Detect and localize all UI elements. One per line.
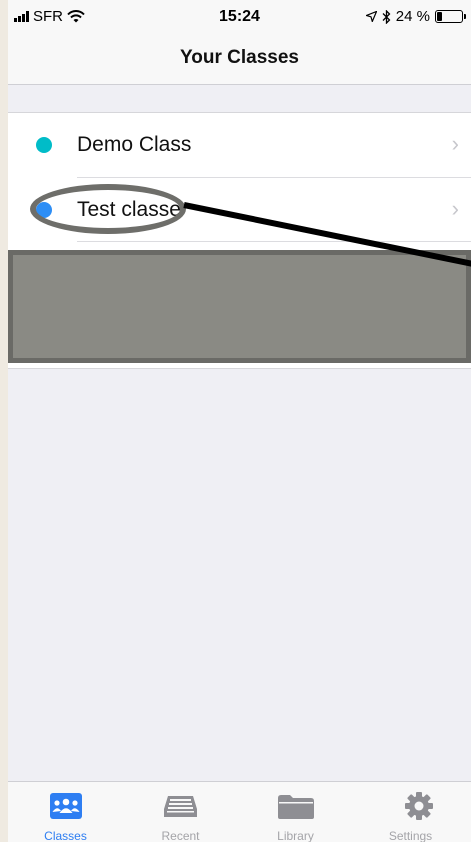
tab-label: Recent — [161, 829, 200, 842]
phone-screen: SFR 15:24 24 % Your Classes Demo Class ›… — [8, 0, 471, 842]
tab-recent[interactable]: Recent — [123, 782, 238, 842]
annotation-pointer-line — [183, 202, 471, 267]
folder-icon — [278, 795, 314, 819]
tab-label: Settings — [388, 829, 433, 842]
tab-label: Classes — [44, 829, 87, 842]
tab-settings[interactable]: Settings — [353, 782, 468, 842]
tab-label: Library — [277, 829, 314, 842]
tab-library[interactable]: Library — [238, 782, 353, 842]
people-icon — [50, 793, 82, 819]
gear-icon — [405, 792, 433, 820]
tab-bar: Classes Recent Library Settings — [8, 781, 471, 842]
tray-icon — [164, 796, 197, 817]
tab-classes[interactable]: Classes — [8, 782, 123, 842]
